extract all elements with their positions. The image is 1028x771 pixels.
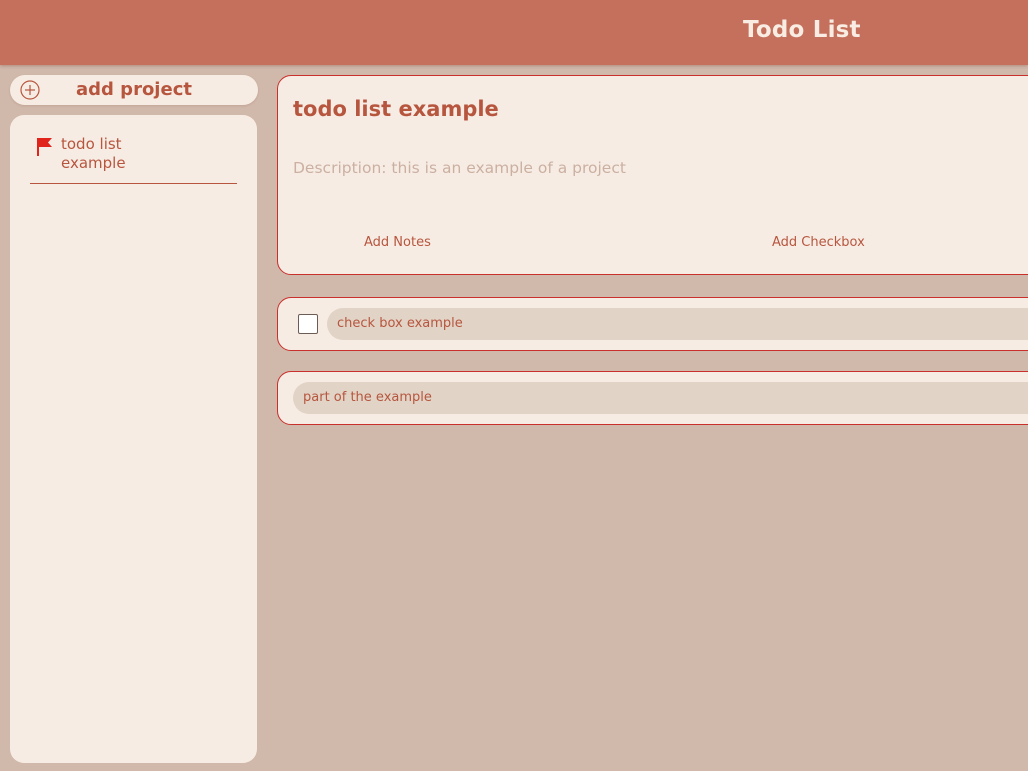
sidebar-item-todo-list-example[interactable]: todo list example: [30, 135, 237, 184]
note-item: part of the example: [277, 371, 1028, 425]
item-checkbox[interactable]: [298, 314, 318, 334]
app-header: Todo List: [0, 0, 1028, 65]
plus-circle-icon: [20, 80, 40, 100]
add-notes-button[interactable]: Add Notes: [364, 235, 431, 250]
add-checkbox-button[interactable]: Add Checkbox: [772, 235, 865, 250]
flag-icon: [37, 138, 52, 156]
checkbox-item-input[interactable]: check box example: [327, 308, 1028, 340]
sidebar-item-label: todo list example: [61, 135, 126, 172]
note-item-input[interactable]: part of the example: [293, 382, 1028, 414]
project-title[interactable]: todo list example: [293, 97, 499, 121]
checkbox-item: check box example: [277, 297, 1028, 351]
project-description[interactable]: Description: this is an example of a pro…: [293, 159, 626, 177]
add-project-label: add project: [76, 79, 192, 100]
sidebar: todo list example: [10, 115, 257, 763]
project-card: todo list example Description: this is a…: [277, 75, 1028, 275]
add-project-button[interactable]: add project: [10, 75, 258, 105]
app-title: Todo List: [743, 17, 861, 43]
